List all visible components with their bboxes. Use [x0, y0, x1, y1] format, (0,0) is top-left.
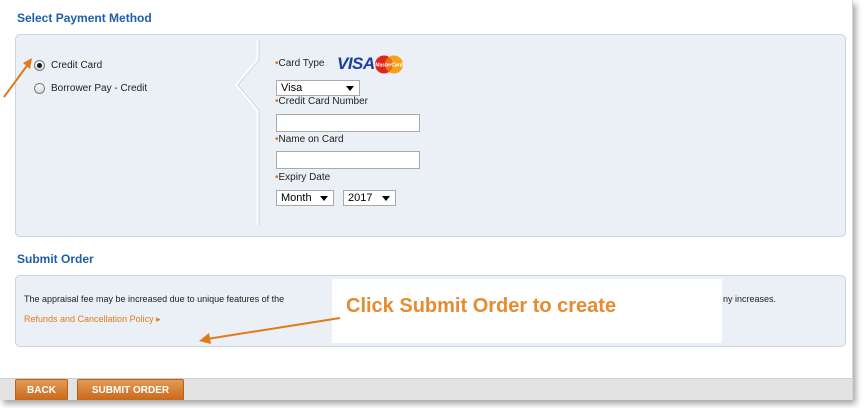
fee-notice-text-end: ny increases. — [723, 294, 777, 304]
submit-order-button[interactable]: SUBMIT ORDER — [77, 379, 184, 400]
refund-policy-link-text[interactable]: Refunds and Cancellation Policy — [24, 314, 154, 324]
annotation-callout: Click Submit Order to create — [332, 279, 722, 343]
name-on-card-input[interactable] — [276, 151, 420, 169]
card-number-label-text: Credit Card Number — [278, 96, 368, 107]
expiry-month-select[interactable]: Month — [276, 190, 334, 206]
checkout-page: Select Payment Method Credit Card Borrow… — [0, 0, 853, 400]
expiry-month-value: Month — [281, 192, 312, 204]
expiry-year-select[interactable]: 2017 — [343, 190, 396, 206]
radio-button-checked[interactable] — [34, 60, 45, 71]
radio-borrower-pay-label: Borrower Pay - Credit — [51, 83, 148, 94]
name-on-card-label-text: Name on Card — [278, 134, 344, 145]
panel-divider-chevron — [235, 40, 260, 225]
expiry-year-value: 2017 — [348, 192, 373, 204]
back-button[interactable]: BACK — [15, 379, 68, 400]
expiry-date-label: •Expiry Date — [275, 172, 330, 183]
card-number-label: •Credit Card Number — [275, 96, 368, 107]
payment-method-panel: Credit Card Borrower Pay - Credit — [15, 34, 846, 237]
card-type-select[interactable]: Visa — [276, 80, 360, 96]
name-on-card-label: •Name on Card — [275, 134, 344, 145]
radio-credit-card[interactable]: Credit Card — [34, 60, 102, 71]
expiry-date-label-text: Expiry Date — [278, 172, 331, 183]
annotation-callout-text: Click Submit Order to create — [346, 295, 617, 317]
card-type-label-text: Card Type — [278, 58, 325, 69]
payment-method-title: Select Payment Method — [17, 11, 152, 25]
visa-logo: VISA — [337, 54, 375, 73]
card-type-select-value: Visa — [281, 82, 303, 94]
mastercard-logo-text: MasterCard — [375, 63, 403, 69]
card-number-input[interactable] — [276, 114, 420, 132]
chevron-down-icon — [382, 196, 390, 201]
chevron-down-icon — [320, 196, 328, 201]
refund-policy-link[interactable]: Refunds and Cancellation Policy ▸ — [24, 314, 161, 325]
radio-credit-card-label: Credit Card — [51, 60, 103, 71]
caret-right-icon: ▸ — [156, 314, 161, 324]
fee-notice-text: The appraisal fee may be increased due t… — [24, 294, 285, 304]
submit-order-title: Submit Order — [17, 252, 94, 266]
radio-button-unchecked[interactable] — [34, 83, 45, 94]
radio-borrower-pay[interactable]: Borrower Pay - Credit — [34, 83, 147, 94]
card-type-label: •Card Type — [275, 58, 324, 69]
mastercard-logo: MasterCard — [375, 55, 404, 74]
chevron-down-icon — [346, 86, 354, 91]
